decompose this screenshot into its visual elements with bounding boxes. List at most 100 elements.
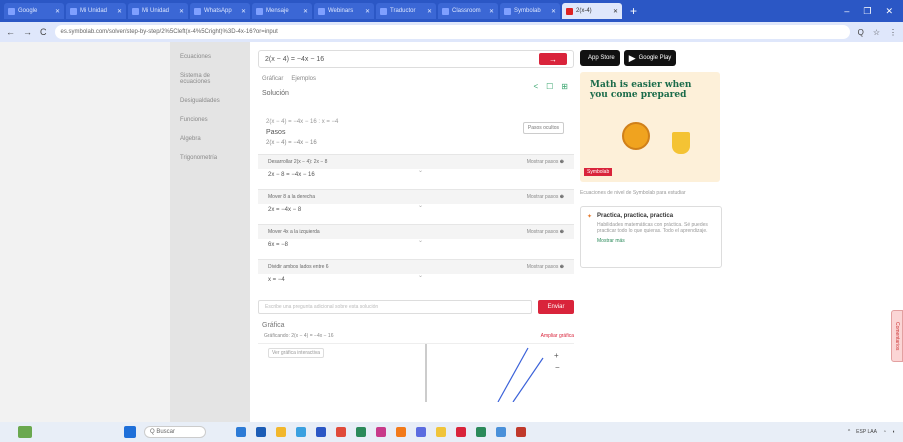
taskbar-app-icon[interactable] — [456, 427, 466, 437]
search-icon[interactable]: Q — [858, 28, 864, 37]
taskbar-app-icon[interactable] — [516, 427, 526, 437]
tab-close-icon[interactable]: ✕ — [613, 8, 618, 15]
taskbar-app-icon[interactable] — [336, 427, 346, 437]
wifi-icon[interactable]: ◔ — [883, 429, 886, 435]
tab-close-icon[interactable]: ✕ — [117, 8, 122, 15]
equation-input[interactable]: 2(x − 4) = −4x − 16 → — [258, 50, 574, 68]
system-tray: ^ ESP LAA ◔ ◖ — [848, 429, 895, 435]
browser-tab[interactable]: Traductor ✕ — [376, 3, 436, 19]
language-indicator[interactable]: ESP LAA — [856, 429, 877, 435]
show-steps-link[interactable]: Mostrar pasos ⊕ — [527, 264, 564, 270]
bookmark-star-icon[interactable]: ☆ — [873, 28, 880, 37]
weather-icon[interactable] — [18, 426, 32, 438]
browser-tab[interactable]: Webinars ✕ — [314, 3, 374, 19]
taskbar-app-icon[interactable] — [276, 427, 286, 437]
taskbar-app-icon[interactable] — [236, 427, 246, 437]
chevron-down-icon[interactable]: ⌄ — [418, 202, 423, 209]
start-button[interactable] — [124, 426, 136, 438]
tab-close-icon[interactable]: ✕ — [241, 8, 246, 15]
step-mode-dropdown[interactable]: Pasos ocultos — [522, 122, 564, 134]
practice-card-link[interactable]: Mostrar más — [597, 238, 715, 244]
browser-tab[interactable]: WhatsApp ✕ — [190, 3, 250, 19]
close-window-button[interactable]: ✕ — [885, 6, 893, 17]
solution-step[interactable]: Mover 4x a la izquierda Mostrar pasos ⊕ 6… — [258, 224, 574, 251]
solution-step[interactable]: Mover 8 a la derecha Mostrar pasos ⊕ 2x =… — [258, 189, 574, 216]
tab-examples[interactable]: Ejemplos — [291, 76, 316, 82]
taskbar-app-icon[interactable] — [316, 427, 326, 437]
save-icon[interactable]: ☐ — [546, 82, 553, 91]
taskbar-app-icon[interactable] — [416, 427, 426, 437]
forward-button[interactable]: → — [23, 27, 32, 37]
back-button[interactable]: ← — [6, 27, 15, 37]
show-steps-link[interactable]: Mostrar pasos ⊕ — [527, 194, 564, 200]
chevron-down-icon[interactable]: ⌄ — [418, 167, 423, 174]
browser-tab[interactable]: Classroom ✕ — [438, 3, 498, 19]
solution-step[interactable]: Desarrollar 2(x − 4): 2x − 8 Mostrar paso… — [258, 154, 574, 181]
reload-button[interactable]: C — [40, 27, 47, 37]
sidebar-item[interactable]: Algebra — [180, 136, 240, 142]
taskbar-app-icon[interactable] — [296, 427, 306, 437]
practice-card[interactable]: ✦ Practica, practica, practica Habilidad… — [580, 206, 722, 268]
zoom-out-icon: − — [555, 363, 560, 372]
tab-close-icon[interactable]: ✕ — [365, 8, 370, 15]
sidebar-item[interactable]: Ecuaciones — [180, 54, 240, 60]
tab-graph[interactable]: Gráficar — [262, 76, 283, 82]
new-tab-button[interactable]: + — [624, 4, 643, 18]
chevron-up-icon[interactable]: ^ — [848, 429, 850, 435]
show-steps-link[interactable]: Mostrar pasos ⊕ — [527, 159, 564, 165]
sub-tabs: Gráficar Ejemplos — [262, 76, 574, 82]
browser-tab[interactable]: Symbolab ✕ — [500, 3, 560, 19]
tab-close-icon[interactable]: ✕ — [427, 8, 432, 15]
send-button[interactable]: Enviar — [538, 300, 574, 314]
taskbar-app-icon[interactable] — [256, 427, 266, 437]
tab-close-icon[interactable]: ✕ — [179, 8, 184, 15]
tab-label: Mi Unidad — [142, 8, 170, 14]
sidebar-item[interactable]: Sistema de ecuaciones — [180, 73, 240, 85]
feedback-tab[interactable]: Comentarios — [891, 310, 903, 362]
taskbar-app-icon[interactable] — [376, 427, 386, 437]
browser-tab-active[interactable]: 2(x-4) ✕ — [562, 3, 622, 19]
show-steps-link[interactable]: Mostrar pasos ⊕ — [527, 229, 564, 235]
chevron-down-icon[interactable]: ⌄ — [418, 237, 423, 244]
url-field[interactable]: es.symbolab.com/solver/step-by-step/2%5C… — [54, 25, 850, 39]
print-icon[interactable]: ⊞ — [561, 82, 568, 91]
address-bar: ← → C es.symbolab.com/solver/step-by-ste… — [0, 22, 903, 42]
expand-graph-link[interactable]: Ampliar gráfica — [541, 333, 574, 339]
graph-canvas: + − — [425, 344, 560, 402]
solve-button[interactable]: → — [539, 53, 567, 65]
solution-step[interactable]: Dividir ambos lados entre 6 Mostrar pasos… — [258, 259, 574, 286]
sidebar-item[interactable]: Trigonometría — [180, 155, 240, 161]
promo-banner[interactable]: Math is easier when you come prepared Sy… — [580, 72, 720, 182]
sidebar-item[interactable]: Desigualdades — [180, 98, 240, 104]
followup-input[interactable]: Escribe una pregunta adicional sobre est… — [258, 300, 532, 314]
browser-tab[interactable]: Mensaje ✕ — [252, 3, 312, 19]
tab-label: Webinars — [328, 8, 354, 14]
browser-tab[interactable]: Mi Unidad ✕ — [128, 3, 188, 19]
graph-title: Gráfica — [262, 322, 285, 329]
graph-preview[interactable]: Ver gráfica interactiva + − — [258, 343, 574, 402]
promo-headline: Math is easier when you come prepared — [590, 80, 692, 100]
share-icon[interactable]: < — [533, 82, 538, 91]
menu-icon[interactable]: ⋮ — [889, 28, 897, 37]
taskbar-app-icon[interactable] — [396, 427, 406, 437]
trophy-illustration — [672, 132, 690, 154]
taskbar-app-icon[interactable] — [436, 427, 446, 437]
minimize-button[interactable]: – — [844, 6, 849, 17]
maximize-button[interactable]: ❐ — [863, 6, 871, 17]
tab-close-icon[interactable]: ✕ — [551, 8, 556, 15]
google-play-button[interactable]: ▶ Google Play — [623, 50, 677, 66]
browser-tab[interactable]: Mi Unidad ✕ — [66, 3, 126, 19]
taskbar-app-icon[interactable] — [356, 427, 366, 437]
chevron-down-icon[interactable]: ⌄ — [418, 272, 423, 279]
taskbar-app-icon[interactable] — [496, 427, 506, 437]
tab-favicon-icon — [70, 7, 77, 15]
tab-close-icon[interactable]: ✕ — [489, 8, 494, 15]
taskbar-search[interactable]: Q Buscar — [144, 426, 206, 438]
sidebar-item[interactable]: Funciones — [180, 117, 240, 123]
volume-icon[interactable]: ◖ — [892, 429, 895, 435]
browser-tab[interactable]: Google ✕ — [4, 3, 64, 19]
taskbar-app-icon[interactable] — [476, 427, 486, 437]
tab-close-icon[interactable]: ✕ — [303, 8, 308, 15]
tab-close-icon[interactable]: ✕ — [55, 8, 60, 15]
app-store-button[interactable]: App Store — [580, 50, 620, 66]
